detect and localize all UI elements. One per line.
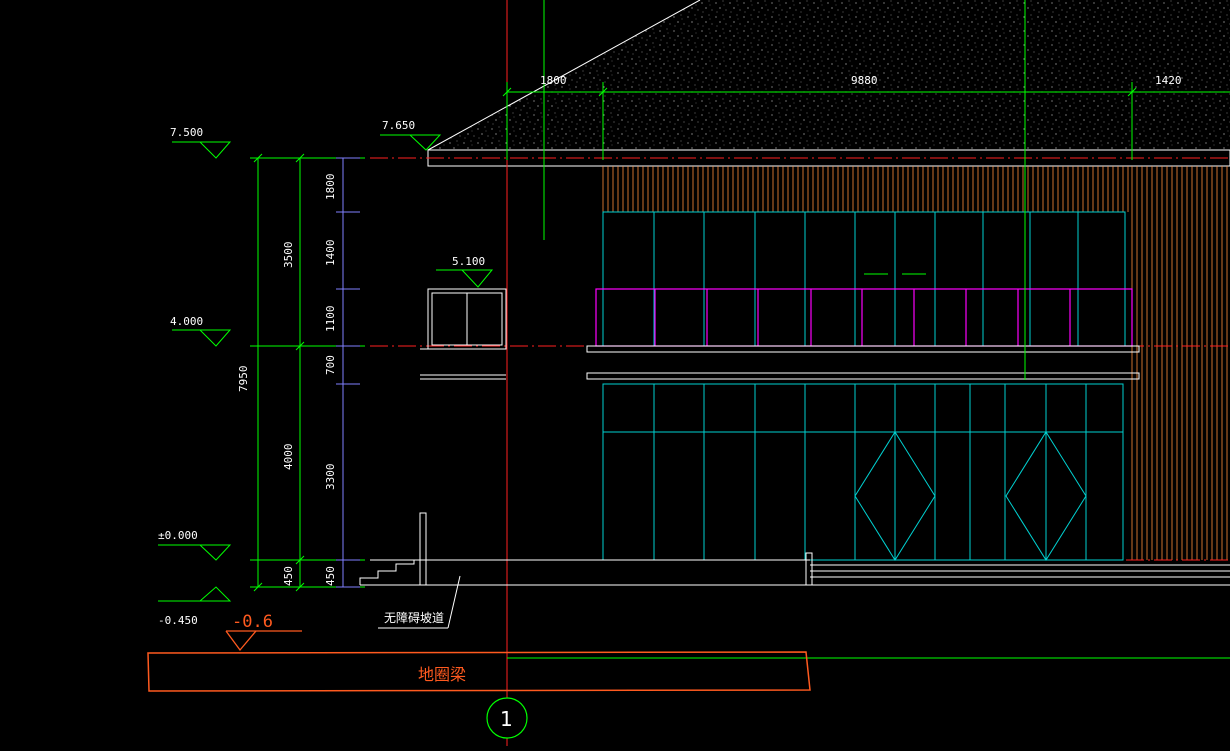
beam-level-text: -0.6	[232, 612, 273, 632]
slab-edge-bottom	[586, 372, 1140, 380]
bollard	[805, 552, 813, 586]
level-eave: 7.650	[382, 119, 415, 132]
ground-beam-label: 地圈梁	[418, 665, 466, 684]
elevation-drawing: 1800 9880 1420 7950 3500 4000 450 1800 1…	[147, 0, 1230, 746]
balcony-railing	[595, 288, 1133, 347]
dim-seg-rail: 1100	[324, 306, 337, 333]
dim-plinth-outer: 450	[282, 566, 295, 586]
upper-glazing	[602, 211, 1126, 347]
railing-frame	[595, 288, 1133, 347]
top-dim-1: 1800	[540, 74, 567, 87]
left-dimension-lines	[250, 153, 365, 592]
dim-seg-top: 1800	[324, 174, 337, 201]
ramp-note: 无障碍坡道	[384, 610, 444, 625]
slab-edge-top	[586, 345, 1140, 353]
top-dim-3: 1420	[1155, 74, 1182, 87]
lower-glazing	[602, 383, 1124, 561]
level-outdoor: -0.450	[158, 614, 198, 627]
dim-overall: 7950	[237, 366, 250, 393]
level-canopy: 5.100	[452, 255, 485, 268]
floor-slab	[586, 345, 1140, 380]
lower-glazing-frame	[602, 383, 1124, 561]
top-dim-2: 9880	[851, 74, 878, 87]
beam-level-marker	[225, 630, 302, 652]
upper-glazing-frame	[602, 211, 1126, 347]
side-canopy-window	[420, 288, 507, 380]
level-ground: ±0.000	[158, 529, 198, 542]
handrail-post	[419, 512, 427, 586]
level-roof: 7.500	[170, 126, 203, 139]
dim-lower-storey: 4000	[282, 444, 295, 471]
cad-elevation-canvas[interactable]: 1800 9880 1420 7950 3500 4000 450 1800 1…	[0, 0, 1230, 746]
dim-upper-storey: 3500	[282, 242, 295, 269]
entry-steps	[359, 560, 415, 585]
ground-and-steps	[359, 512, 1230, 586]
dim-seg-slab: 700	[324, 355, 337, 375]
vertical-cladding	[602, 166, 1228, 560]
left-dimension-ticks	[336, 157, 360, 588]
level-second-floor: 4.000	[170, 315, 203, 328]
axis-bubble-label: 1	[500, 707, 513, 731]
dim-seg-upper-mid: 1400	[324, 240, 337, 267]
dim-plinth-inner: 450	[324, 566, 337, 586]
dim-seg-ground: 3300	[324, 464, 337, 491]
